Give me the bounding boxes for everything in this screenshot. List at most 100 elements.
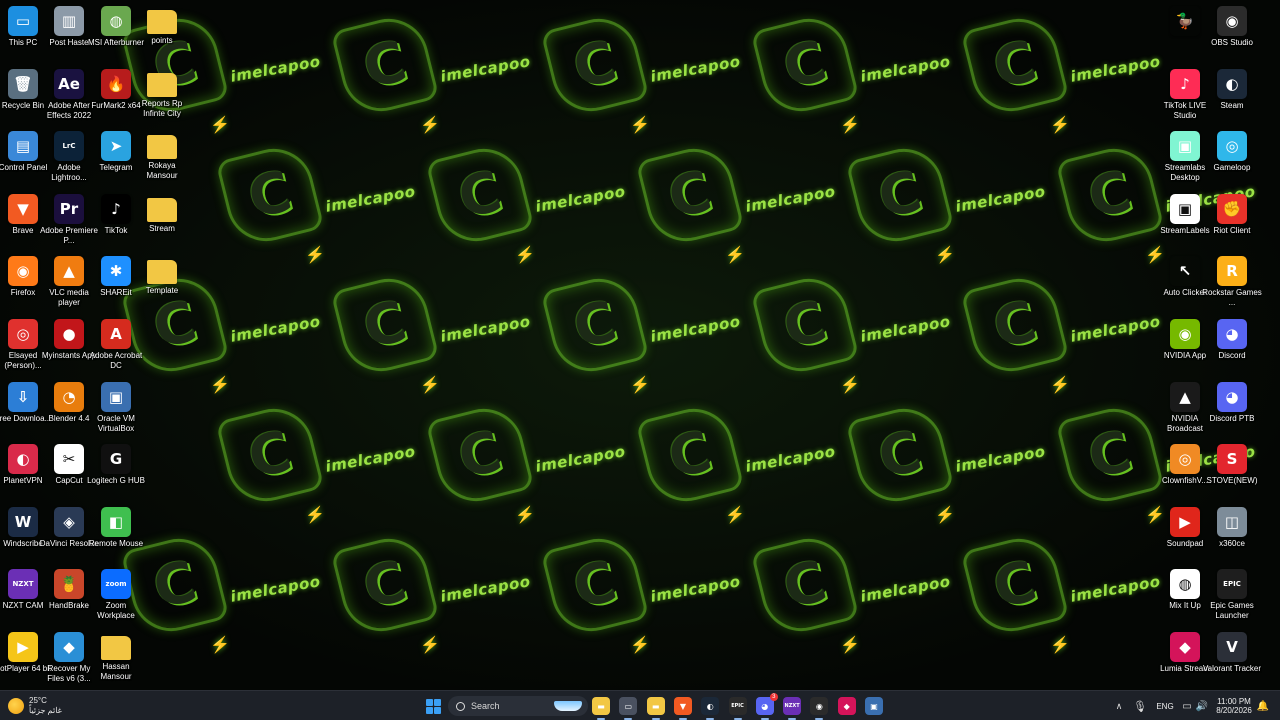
handbrake-icon: 🍍 [54, 569, 84, 600]
desktop-shortcut[interactable]: ◆ Lumia Stream [1160, 628, 1210, 690]
start-button[interactable] [424, 696, 442, 716]
wallpaper-bolt-icon: ⚡ [420, 117, 440, 134]
desktop-shortcut[interactable]: ◕ Discord [1209, 315, 1255, 377]
desktop-shortcut-label: Discord PTB [1209, 413, 1255, 423]
desktop-shortcut[interactable]: zoom Zoom Workplace [93, 565, 139, 627]
taskbar-app-steam[interactable]: ◐ [701, 696, 720, 720]
desktop-shortcut[interactable]: ◈ DaVinci Resolve [40, 503, 98, 565]
desktop-shortcut[interactable]: ◉ OBS Studio [1209, 2, 1255, 64]
desktop-shortcut[interactable]: V Valorant Tracker [1203, 628, 1261, 690]
desktop-shortcut[interactable]: S STOVE(NEW) [1207, 440, 1257, 502]
taskbar-app-task-view[interactable]: ▭ [619, 696, 638, 720]
taskbar-app-epic-games[interactable]: EPIC [728, 696, 747, 720]
task-view-icon: ▭ [619, 697, 638, 715]
volume-icon[interactable]: 🔊 [1196, 696, 1208, 716]
desktop-shortcut-label: Adobe Acrobat DC [89, 351, 143, 370]
taskbar-app-file-explorer[interactable]: ▬ [592, 696, 610, 720]
windscribe-icon: W [8, 506, 38, 537]
desktop-shortcut[interactable]: ◎ Gameloop [1209, 127, 1255, 189]
desktop-shortcut[interactable]: ◫ x360ce [1209, 503, 1255, 565]
notification-badge: 3 [769, 693, 778, 701]
input-language-indicator[interactable]: ENG [1155, 696, 1175, 716]
desktop-shortcut-label: Rokaya Mansour [146, 161, 178, 181]
desktop-shortcut[interactable]: ♪ TikTok [93, 190, 139, 252]
desktop-shortcut[interactable]: ◍ MSI Afterburner [88, 2, 144, 64]
taskbar-app-folder[interactable]: ▬ [646, 696, 665, 720]
steam-icon: ◐ [1217, 68, 1247, 99]
microphone-icon[interactable]: 🎙 [1133, 696, 1147, 716]
brave-icon: ▼ [673, 697, 692, 715]
desktop-shortcut[interactable]: ▲ VLC media player [46, 252, 92, 314]
desktop-shortcut[interactable]: ▣ Oracle VM VirtualBox [93, 378, 139, 440]
taskbar-app-brave[interactable]: ▼ [673, 696, 692, 720]
taskbar-app-nzxt-cam[interactable]: NZXT [783, 696, 802, 720]
notification-bell-icon[interactable]: 🔔 [1257, 696, 1269, 716]
desktop-shortcut[interactable]: ▥ Post Haste [46, 2, 92, 64]
clock[interactable]: 11:00 PM 8/20/2026 [1212, 696, 1256, 716]
desktop-shortcut[interactable]: R Rockstar Games ... [1202, 252, 1262, 314]
desktop-shortcut[interactable]: ♪ TikTok LIVE Studio [1162, 65, 1208, 127]
desktop-shortcut[interactable]: EPIC Epic Games Launcher [1209, 565, 1255, 627]
desktop-shortcut[interactable]: Template [139, 252, 185, 314]
wallpaper-brand-text: imelcapoo [859, 312, 952, 346]
desktop-shortcut[interactable]: ▣ StreamLabels [1160, 190, 1210, 252]
taskbar-search-box[interactable]: Search [448, 696, 588, 716]
taskbar-app-virtualbox[interactable]: ▣ [865, 696, 883, 716]
desktop-shortcut[interactable]: A Adobe Acrobat DC [90, 315, 142, 377]
gameloop-icon: ◎ [1217, 131, 1247, 162]
tiktok-icon: ♪ [101, 193, 131, 224]
desktop-shortcut-label: Stream [149, 223, 175, 233]
desktop-shortcut[interactable]: Hassan Mansour [93, 628, 139, 690]
blender-icon: ◔ [54, 381, 84, 412]
desktop-shortcut[interactable]: ▲ NVIDIA Broadcast [1162, 378, 1208, 440]
desktop-shortcut[interactable]: ◉ NVIDIA App [1162, 315, 1208, 377]
desktop-shortcut[interactable]: Rokaya Mansour [139, 127, 185, 189]
desktop-shortcut[interactable]: Stream [139, 190, 185, 252]
valorant-tracker-icon: V [1217, 632, 1247, 662]
desktop-shortcut[interactable]: Ae Adobe After Effects 2022 [46, 65, 92, 127]
desktop-shortcut[interactable]: ◎ Elsayed (Person)... [0, 315, 46, 377]
desktop-shortcut[interactable]: ◧ Remote Mouse [89, 503, 143, 565]
desktop-shortcut[interactable]: 🦆 [1162, 2, 1208, 64]
davinci-resolve-icon: ◈ [54, 506, 84, 537]
desktop-shortcut[interactable]: ✂ CapCut [46, 440, 92, 502]
weather-desc: غائم جزئياً [29, 706, 62, 715]
desktop-shortcut[interactable]: ▣ Streamlabs Desktop [1162, 127, 1208, 189]
show-hidden-icons-button[interactable]: ∧ [1114, 696, 1124, 716]
taskbar-app-lumia[interactable]: ◆ [837, 696, 856, 716]
desktop-shortcut-label: OBS Studio [1211, 38, 1253, 47]
desktop-shortcut[interactable]: ▭ This PC [0, 2, 46, 64]
wallpaper-logo-icon: C [845, 140, 955, 250]
weather-widget[interactable]: 25°C غائم جزئياً [8, 694, 62, 718]
wallpaper-brand-text: imelcapoo [229, 572, 322, 606]
desktop-shortcut[interactable]: W Windscribe [0, 503, 46, 565]
desktop-shortcut-label: Logitech G HUB [87, 476, 145, 486]
taskbar-app-obs[interactable]: ◉ [810, 696, 829, 720]
wallpaper-logo-icon: C [1055, 400, 1165, 510]
taskbar-app-discord[interactable]: ◕ 3 [755, 693, 778, 720]
desktop-shortcut[interactable]: ⇩ Free Downloa... [0, 378, 51, 440]
desktop-shortcut[interactable]: ◐ Steam [1209, 65, 1255, 127]
msi-afterburner-icon: ◍ [101, 6, 131, 36]
desktop-shortcut[interactable]: Pr Adobe Premiere P... [40, 190, 98, 252]
wallpaper-bolt-icon: ⚡ [515, 247, 535, 264]
desktop-shortcut[interactable]: ◎ ClownfishV... [1162, 440, 1208, 502]
wallpaper-bolt-icon: ⚡ [630, 117, 650, 134]
desktop-shortcut-label: points [151, 36, 173, 45]
clock-date: 8/20/2026 [1216, 706, 1252, 715]
desktop-shortcut-label: Gameloop [1213, 163, 1251, 173]
wallpaper-logo-icon: C [330, 10, 440, 120]
desktop-shortcut[interactable]: NZXT NZXT CAM [0, 565, 46, 627]
desktop-shortcut[interactable]: G Logitech G HUB [87, 440, 145, 502]
desktop-shortcut[interactable]: ◐ PlanetVPN [0, 440, 46, 502]
desktop-shortcut[interactable]: ▶ Soundpad [1162, 503, 1208, 565]
epic-games-icon: EPIC [728, 697, 747, 715]
desktop-shortcut[interactable]: ◕ Discord PTB [1209, 378, 1255, 440]
wallpaper-logo-icon: C [330, 530, 440, 640]
desktop-shortcut[interactable]: Reports Rp Infinte City [139, 65, 185, 127]
desktop-shortcut[interactable]: ✱ SHAREit [93, 252, 139, 314]
desktop-shortcut[interactable]: points [139, 2, 185, 64]
desktop-shortcut[interactable]: LrC Adobe Lightroo... [46, 127, 92, 189]
network-icon[interactable]: ▭ [1181, 696, 1193, 716]
desktop-shortcut[interactable]: ✊ Riot Client [1209, 190, 1255, 252]
